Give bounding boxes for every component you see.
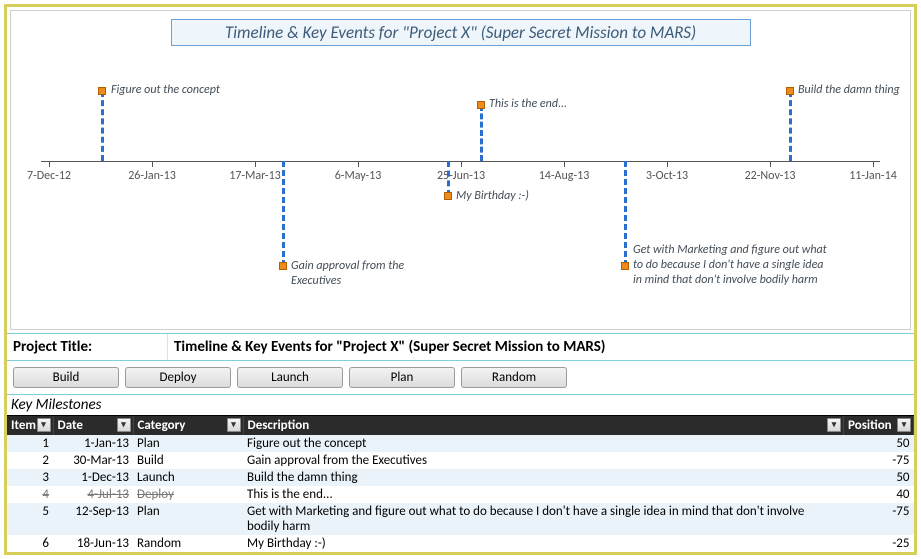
event-label: Get with Marketing and figure out what t… xyxy=(633,243,833,288)
build-button[interactable]: Build xyxy=(13,367,119,388)
axis-tick: 25-Jun-13 xyxy=(437,169,485,183)
event-label: Figure out the concept xyxy=(111,83,220,98)
axis-tick: 6-May-13 xyxy=(335,169,382,183)
milestones-table: Item▾ Date▾ Category▾ Description▾ Posit… xyxy=(7,416,914,552)
filter-dropdown-icon[interactable]: ▾ xyxy=(897,418,911,432)
deploy-button[interactable]: Deploy xyxy=(125,367,231,388)
col-date[interactable]: Date▾ xyxy=(53,416,133,435)
col-position[interactable]: Position▾ xyxy=(844,416,914,435)
project-title-value[interactable]: Timeline & Key Events for "Project X" (S… xyxy=(167,334,914,360)
timeline-chart: Timeline & Key Events for "Project X" (S… xyxy=(10,10,911,330)
event-marker-icon xyxy=(621,262,629,270)
table-row[interactable]: 6 18-Jun-13 Random My Birthday :-) -25 xyxy=(7,535,914,552)
plan-button[interactable]: Plan xyxy=(349,367,455,388)
event-stem xyxy=(447,161,450,196)
filter-dropdown-icon[interactable]: ▾ xyxy=(827,418,841,432)
event-stem xyxy=(101,91,104,161)
milestones-heading: Key Milestones xyxy=(7,394,914,416)
event-label: This is the end... xyxy=(489,97,567,112)
filter-dropdown-icon[interactable]: ▾ xyxy=(227,418,241,432)
chart-title: Timeline & Key Events for "Project X" (S… xyxy=(171,19,751,46)
filter-dropdown-icon[interactable]: ▾ xyxy=(37,418,51,432)
event-label: My Birthday :-) xyxy=(456,189,529,204)
axis-tick: 3-Oct-13 xyxy=(646,169,688,183)
project-title-label: Project Title: xyxy=(7,334,167,360)
event-marker-icon xyxy=(279,262,287,270)
event-marker-icon xyxy=(444,192,452,200)
table-row[interactable]: 1 1-Jan-13 Plan Figure out the concept 5… xyxy=(7,435,914,452)
axis-tick: 17-Mar-13 xyxy=(229,169,281,183)
event-stem xyxy=(789,91,792,161)
event-marker-icon xyxy=(477,101,485,109)
launch-button[interactable]: Launch xyxy=(237,367,343,388)
event-label: Gain approval from the Executives xyxy=(291,259,441,289)
table-row[interactable]: 5 12-Sep-13 Plan Get with Marketing and … xyxy=(7,503,914,535)
axis-tick: 7-Dec-12 xyxy=(27,169,71,183)
axis-tick: 26-Jan-13 xyxy=(128,169,176,183)
event-marker-icon xyxy=(786,87,794,95)
table-row[interactable]: 3 1-Dec-13 Launch Build the damn thing 5… xyxy=(7,469,914,486)
project-title-row: Project Title: Timeline & Key Events for… xyxy=(7,333,914,361)
axis-tick: 11-Jan-14 xyxy=(849,169,897,183)
filter-dropdown-icon[interactable]: ▾ xyxy=(117,418,131,432)
table-row[interactable]: 4 4-Jul-13 Deploy This is the end... 40 xyxy=(7,486,914,503)
event-stem xyxy=(480,105,483,161)
button-bar: Build Deploy Launch Plan Random xyxy=(7,361,914,394)
event-stem xyxy=(282,161,285,266)
worksheet: Timeline & Key Events for "Project X" (S… xyxy=(4,4,917,555)
axis-tick: 22-Nov-13 xyxy=(745,169,796,183)
event-stem xyxy=(624,161,627,266)
event-label: Build the damn thing xyxy=(798,83,900,98)
col-description[interactable]: Description▾ xyxy=(243,416,844,435)
event-marker-icon xyxy=(98,87,106,95)
table-row[interactable]: 2 30-Mar-13 Build Gain approval from the… xyxy=(7,452,914,469)
random-button[interactable]: Random xyxy=(461,367,567,388)
col-item[interactable]: Item▾ xyxy=(7,416,53,435)
axis-tick: 14-Aug-13 xyxy=(539,169,590,183)
col-category[interactable]: Category▾ xyxy=(133,416,243,435)
milestones-body: 1 1-Jan-13 Plan Figure out the concept 5… xyxy=(7,435,914,552)
